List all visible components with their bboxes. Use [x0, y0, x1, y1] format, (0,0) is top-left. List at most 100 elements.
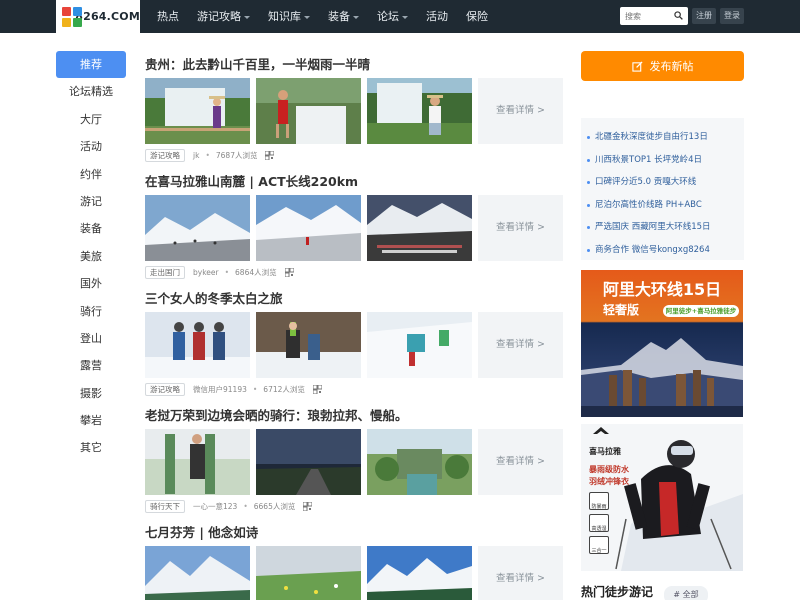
ad-jacket-line-1: 暴雨级防水: [589, 465, 629, 474]
category-item-0[interactable]: 推荐: [56, 51, 126, 79]
post-title[interactable]: 老挝万荣到边境会晒的骑行：琅勃拉邦、慢船。: [145, 406, 565, 426]
post-thumbnail[interactable]: [145, 546, 250, 600]
ad-banner-jacket[interactable]: 喜马拉雅 暴雨级防水 羽绒冲锋衣 防暴雨 高透湿 三合一: [581, 424, 743, 571]
view-details-button[interactable]: 查看详情 >: [478, 546, 563, 600]
qr-code-icon[interactable]: [312, 384, 322, 394]
post-title[interactable]: 贵州：此去黔山千百里，一半烟雨一半晴: [145, 55, 565, 75]
nav-item-1[interactable]: 游记攻略: [188, 0, 259, 33]
category-menu: 推荐 论坛精选 大厅 活动 约伴 游记 装备 美旅 国外 骑行 登山 露营 摄影 攀岩 其它: [56, 51, 126, 462]
category-item-7[interactable]: 美旅: [56, 243, 126, 270]
category-item-3[interactable]: 活动: [56, 133, 126, 160]
qr-code-icon[interactable]: [284, 267, 294, 277]
post-views: 6665人浏览: [253, 501, 296, 511]
category-item-5[interactable]: 游记: [56, 188, 126, 215]
promo-link-1[interactable]: 川西秋景TOP1 长坪党岭4日: [581, 149, 744, 172]
nav-item-label: 热点: [157, 10, 179, 23]
post-author[interactable]: 微信用户91193: [193, 384, 247, 395]
category-item-4[interactable]: 约伴: [56, 161, 126, 188]
search-input[interactable]: [620, 7, 668, 25]
logo-text: 8264.COM: [75, 10, 140, 23]
register-button[interactable]: 注册: [692, 8, 716, 24]
chevron-down-icon: [244, 15, 250, 19]
hot-filter-all[interactable]: # 全部: [664, 586, 708, 600]
promo-link-0[interactable]: 北疆金秋深度徒步自由行13日: [581, 126, 744, 149]
nav-item-6[interactable]: 保险: [457, 0, 497, 33]
post-title[interactable]: 在喜马拉雅山南麓 | ACT长线220km: [145, 172, 565, 192]
promo-link-2[interactable]: 口碑评分近5.0 贡嘎大环线: [581, 171, 744, 194]
category-item-13[interactable]: 攀岩: [56, 407, 126, 434]
nav-item-0[interactable]: 热点: [148, 0, 188, 33]
post-thumbnail[interactable]: [256, 429, 361, 495]
post-thumbnails: 查看详情 >: [145, 312, 565, 378]
qr-code-icon[interactable]: [265, 150, 275, 160]
post-thumbnail[interactable]: [145, 312, 250, 378]
ad-ali-title: 阿里大环线15日: [602, 280, 722, 299]
qr-code-icon[interactable]: [303, 501, 313, 511]
post-author[interactable]: jk: [193, 151, 199, 160]
nav-item-label: 保险: [466, 10, 488, 23]
post-thumbnail[interactable]: [367, 195, 472, 261]
post-thumbnail[interactable]: [145, 429, 250, 495]
nav-item-5[interactable]: 活动: [417, 0, 457, 33]
post-tag[interactable]: 骑行天下: [145, 499, 185, 513]
promo-link-5[interactable]: 商务合作 微信号kongxg8264: [581, 239, 744, 262]
promo-link-list: 北疆金秋深度徒步自由行13日 川西秋景TOP1 长坪党岭4日 口碑评分近5.0 贡嘎…: [581, 118, 744, 260]
post-thumbnail[interactable]: [256, 78, 361, 144]
new-post-button[interactable]: 发布新帖: [581, 51, 744, 81]
post-views: 6864人浏览: [235, 267, 277, 277]
post-tag[interactable]: 游记攻略: [145, 382, 185, 396]
view-details-button[interactable]: 查看详情 >: [478, 312, 563, 378]
ad-ali-pill: 阿里徒步+喜马拉雅徒步: [663, 305, 739, 317]
post-author[interactable]: 一心一意123: [193, 501, 237, 512]
edit-icon: [631, 60, 643, 72]
post-meta: 游记攻略 微信用户91193 • 6712人浏览: [145, 382, 322, 396]
hot-hiking-title: 热门徒步游记: [581, 585, 654, 599]
view-details-button[interactable]: 查看详情 >: [478, 429, 563, 495]
post-thumbnail[interactable]: [367, 312, 472, 378]
post-thumbnails: 查看详情 >: [145, 195, 565, 261]
site-logo[interactable]: 8264.COM: [56, 0, 140, 33]
nav-item-3[interactable]: 装备: [319, 0, 368, 33]
post-card: 在喜马拉雅山南麓 | ACT长线220km 查看详情 > 走出国门 bykeer • 68…: [145, 172, 565, 279]
ad-banner-ali[interactable]: 阿里大环线15日 轻奢版 阿里徒步+喜马拉雅徒步: [581, 270, 743, 417]
category-item-10[interactable]: 登山: [56, 325, 126, 352]
ad-jacket-brand: 喜马拉雅: [589, 447, 621, 456]
nav-item-2[interactable]: 知识库: [259, 0, 319, 33]
post-thumbnail[interactable]: [367, 78, 472, 144]
search-box[interactable]: [620, 7, 688, 25]
view-details-button[interactable]: 查看详情 >: [478, 195, 563, 261]
post-thumbnail[interactable]: [145, 195, 250, 261]
ad-ali-subtitle: 轻奢版: [602, 303, 639, 317]
chevron-down-icon: [402, 15, 408, 19]
category-item-6[interactable]: 装备: [56, 215, 126, 242]
post-thumbnail[interactable]: [256, 312, 361, 378]
view-details-button[interactable]: 查看详情 >: [478, 78, 563, 144]
post-thumbnail[interactable]: [367, 546, 472, 600]
login-button[interactable]: 登录: [720, 8, 744, 24]
post-author[interactable]: bykeer: [193, 268, 219, 277]
post-tag[interactable]: 游记攻略: [145, 148, 185, 162]
hot-filter-label: 全部: [682, 590, 699, 599]
post-meta: 走出国门 bykeer • 6864人浏览: [145, 265, 294, 279]
post-thumbnail[interactable]: [256, 546, 361, 600]
post-tag[interactable]: 走出国门: [145, 265, 185, 279]
search-icon[interactable]: [674, 11, 683, 20]
chevron-down-icon: [353, 15, 359, 19]
category-item-11[interactable]: 露营: [56, 352, 126, 379]
category-item-9[interactable]: 骑行: [56, 298, 126, 325]
category-item-12[interactable]: 摄影: [56, 380, 126, 407]
post-views: 6712人浏览: [263, 384, 305, 394]
post-thumbnail[interactable]: [145, 78, 250, 144]
nav-item-4[interactable]: 论坛: [368, 0, 417, 33]
category-item-14[interactable]: 其它: [56, 434, 126, 461]
post-thumbnail[interactable]: [367, 429, 472, 495]
post-title[interactable]: 三个女人的冬季太白之旅: [145, 289, 565, 309]
post-title[interactable]: 七月芬芳 | 他念如诗: [145, 523, 565, 543]
promo-link-4[interactable]: 严选国庆 西藏阿里大环线15日: [581, 216, 744, 239]
category-item-2[interactable]: 大厅: [56, 106, 126, 133]
logo-icon: [62, 6, 82, 27]
post-thumbnail[interactable]: [256, 195, 361, 261]
promo-link-3[interactable]: 尼泊尔高性价线路 PH+ABC: [581, 194, 744, 217]
category-item-1[interactable]: 论坛精选: [56, 78, 126, 105]
category-item-8[interactable]: 国外: [56, 270, 126, 297]
